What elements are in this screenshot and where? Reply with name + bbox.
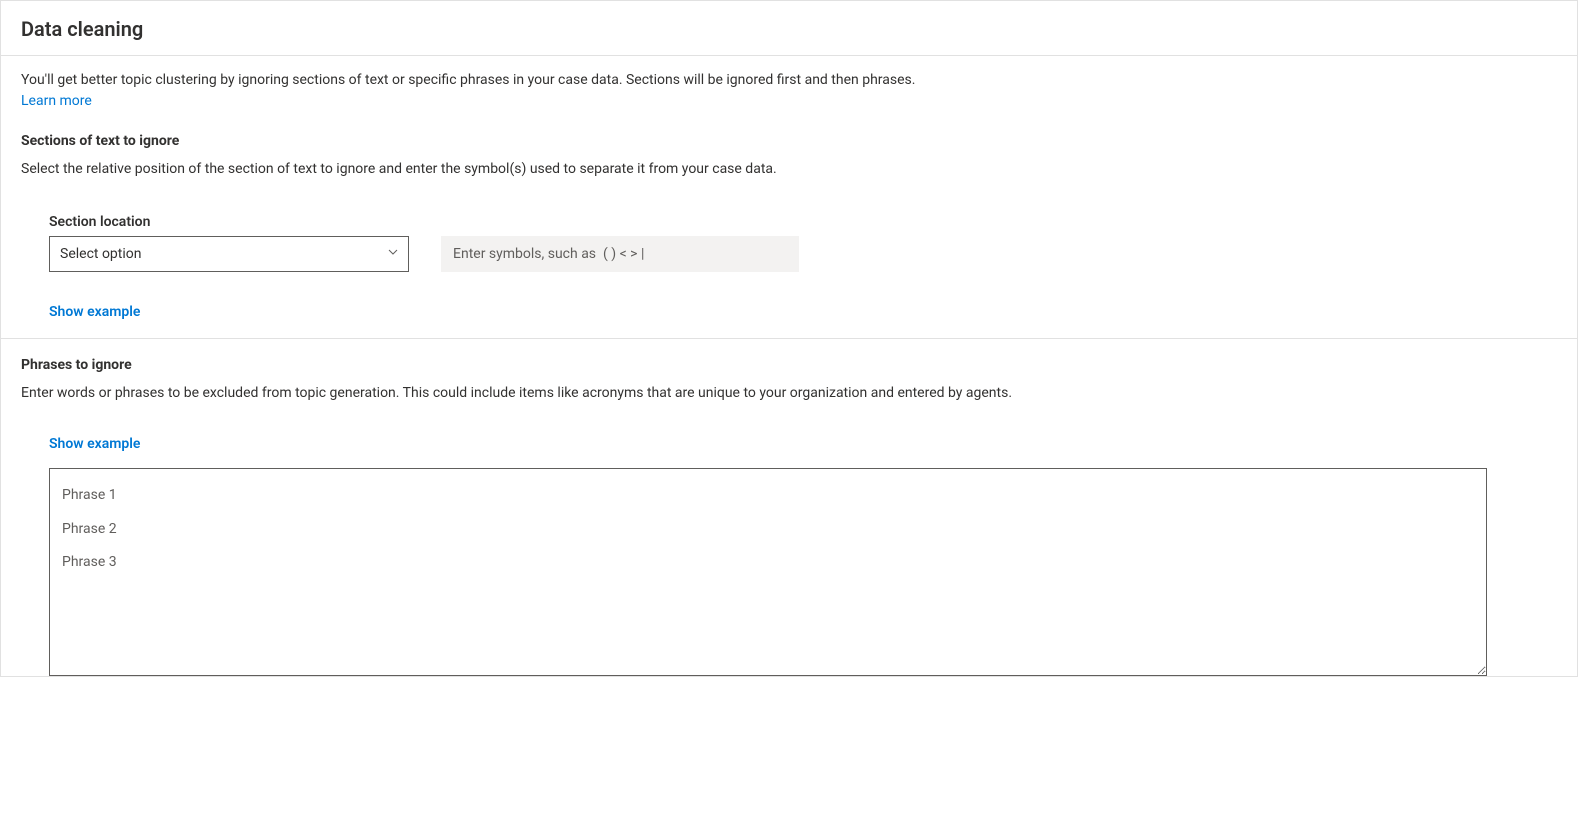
- phrases-textarea[interactable]: [49, 468, 1487, 676]
- panel-body: You'll get better topic clustering by ig…: [1, 56, 1577, 338]
- section-location-label: Section location: [49, 214, 1557, 230]
- phrases-form-area: Show example: [21, 420, 1557, 468]
- phrases-subtext: Enter words or phrases to be excluded fr…: [21, 383, 1181, 404]
- sections-heading: Sections of text to ignore: [21, 133, 1557, 149]
- phrases-heading: Phrases to ignore: [21, 357, 1557, 373]
- panel-header: Data cleaning: [1, 1, 1577, 56]
- intro-description: You'll get better topic clustering by ig…: [21, 70, 1557, 91]
- section-location-select-wrapper: Select option: [49, 236, 409, 272]
- sections-show-example-link[interactable]: Show example: [49, 304, 140, 320]
- data-cleaning-panel: Data cleaning You'll get better topic cl…: [0, 0, 1578, 677]
- sections-form-area: Section location Select option Show exam…: [21, 214, 1557, 338]
- section-location-select[interactable]: Select option: [49, 236, 409, 272]
- symbols-input[interactable]: [441, 236, 799, 272]
- phrases-show-example-link[interactable]: Show example: [49, 436, 140, 452]
- phrases-section: Phrases to ignore Enter words or phrases…: [1, 339, 1577, 676]
- learn-more-link[interactable]: Learn more: [21, 93, 92, 109]
- page-title: Data cleaning: [21, 17, 1557, 41]
- sections-form-row: Select option: [49, 236, 1557, 272]
- sections-subtext: Select the relative position of the sect…: [21, 159, 1557, 180]
